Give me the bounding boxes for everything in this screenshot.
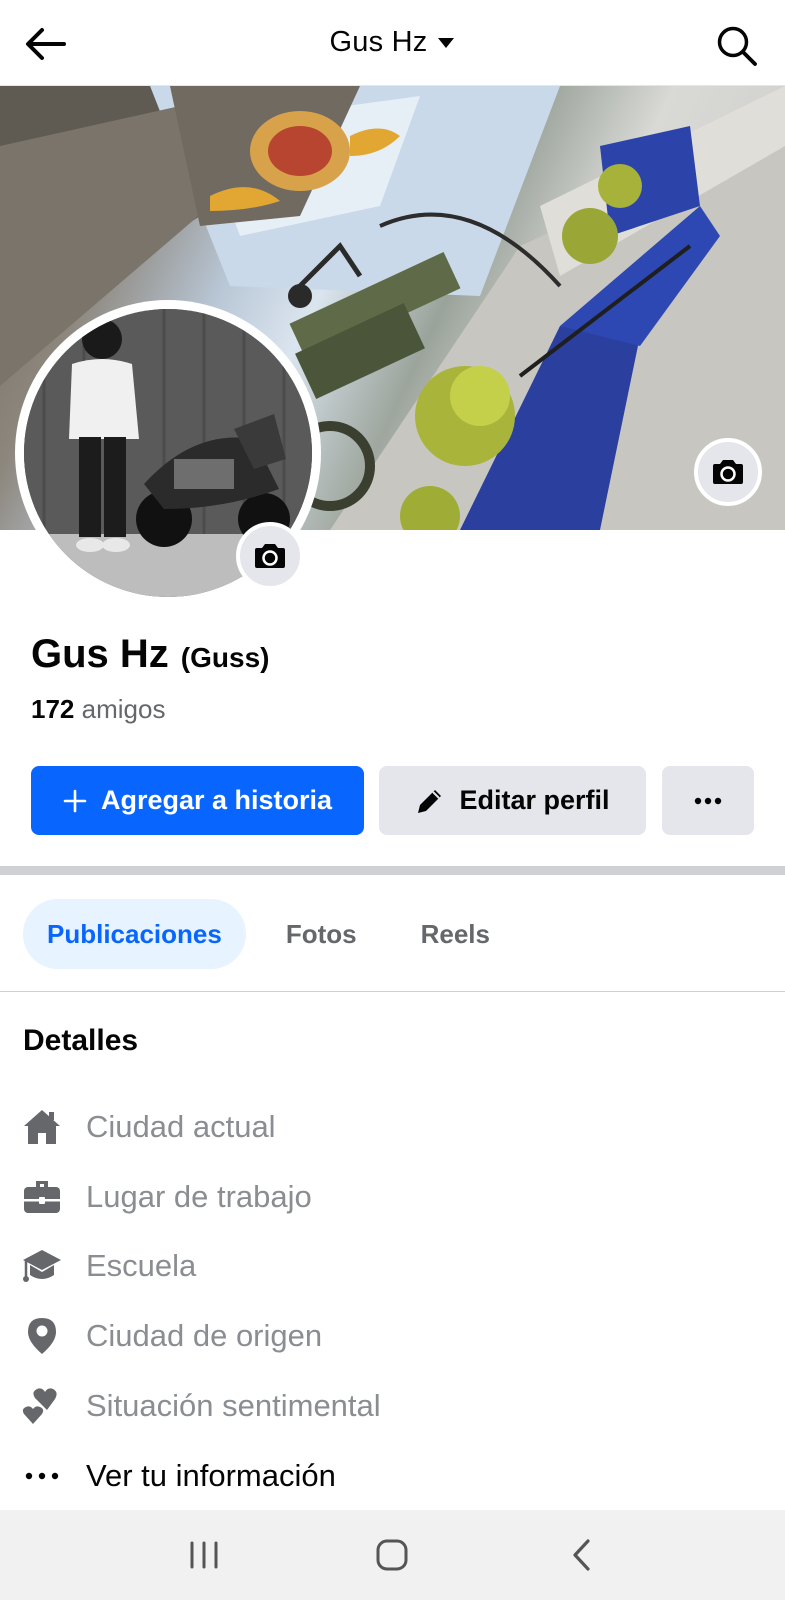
detail-label: Ciudad actual bbox=[86, 1109, 276, 1144]
tab-fotos[interactable]: Fotos bbox=[262, 899, 381, 969]
profile-name-row: Gus Hz (Guss) bbox=[31, 632, 269, 677]
detail-label: Escuela bbox=[86, 1248, 197, 1283]
pencil-icon bbox=[418, 789, 442, 813]
graduation-cap-icon bbox=[20, 1244, 64, 1288]
tabs-divider bbox=[0, 991, 785, 992]
detail-hometown[interactable]: Ciudad de origen bbox=[20, 1311, 322, 1361]
profile-tabs: Publicaciones Fotos Reels bbox=[23, 899, 514, 969]
detail-school[interactable]: Escuela bbox=[20, 1241, 196, 1291]
system-navigation-bar bbox=[0, 1510, 785, 1600]
detail-label: Situación sentimental bbox=[86, 1388, 381, 1423]
add-story-button[interactable]: Agregar a historia bbox=[31, 766, 364, 835]
ellipsis-icon bbox=[694, 797, 722, 804]
edit-profile-button[interactable]: Editar perfil bbox=[379, 766, 646, 835]
profile-switcher[interactable]: Gus Hz bbox=[0, 26, 785, 59]
add-story-label: Agregar a historia bbox=[100, 785, 333, 815]
system-back-button[interactable] bbox=[551, 1525, 611, 1585]
detail-label: Ver tu información bbox=[86, 1458, 336, 1493]
edit-cover-button[interactable] bbox=[694, 438, 762, 506]
camera-icon bbox=[255, 544, 285, 568]
friends-label: amigos bbox=[81, 694, 166, 724]
location-pin-icon bbox=[20, 1314, 64, 1358]
friends-number: 172 bbox=[31, 694, 75, 724]
search-button[interactable] bbox=[715, 24, 759, 68]
detail-label: Lugar de trabajo bbox=[86, 1179, 312, 1214]
edit-profile-label: Editar perfil bbox=[459, 785, 610, 815]
hearts-icon bbox=[20, 1384, 64, 1428]
top-bar: Gus Hz bbox=[0, 0, 785, 86]
see-your-info-link[interactable]: Ver tu información bbox=[20, 1451, 336, 1501]
tab-reels[interactable]: Reels bbox=[397, 899, 514, 969]
plus-icon bbox=[63, 789, 87, 812]
profile-alternate-name: (Guss) bbox=[180, 642, 270, 673]
detail-label: Ciudad de origen bbox=[86, 1318, 323, 1353]
page-title: Gus Hz bbox=[329, 26, 428, 58]
back-chevron-icon bbox=[573, 1539, 590, 1571]
profile-name: Gus Hz bbox=[31, 632, 169, 676]
home-icon bbox=[20, 1105, 64, 1149]
search-icon bbox=[717, 26, 757, 66]
edit-avatar-button[interactable] bbox=[236, 522, 304, 590]
briefcase-icon bbox=[20, 1175, 64, 1219]
tab-publicaciones[interactable]: Publicaciones bbox=[23, 899, 246, 969]
detail-current-city[interactable]: Ciudad actual bbox=[20, 1102, 276, 1152]
friends-count[interactable]: 172 amigos bbox=[31, 694, 165, 725]
details-title: Detalles bbox=[23, 1024, 139, 1057]
detail-relationship[interactable]: Situación sentimental bbox=[20, 1381, 381, 1431]
section-divider bbox=[0, 866, 785, 875]
camera-icon bbox=[713, 460, 743, 484]
caret-down-icon bbox=[438, 37, 455, 48]
home-button[interactable] bbox=[362, 1525, 422, 1585]
ellipsis-icon bbox=[20, 1454, 64, 1498]
home-button-icon bbox=[376, 1539, 408, 1571]
recent-apps-icon bbox=[190, 1541, 218, 1569]
detail-workplace[interactable]: Lugar de trabajo bbox=[20, 1172, 312, 1222]
recent-apps-button[interactable] bbox=[174, 1525, 234, 1585]
more-options-button[interactable] bbox=[662, 766, 754, 835]
